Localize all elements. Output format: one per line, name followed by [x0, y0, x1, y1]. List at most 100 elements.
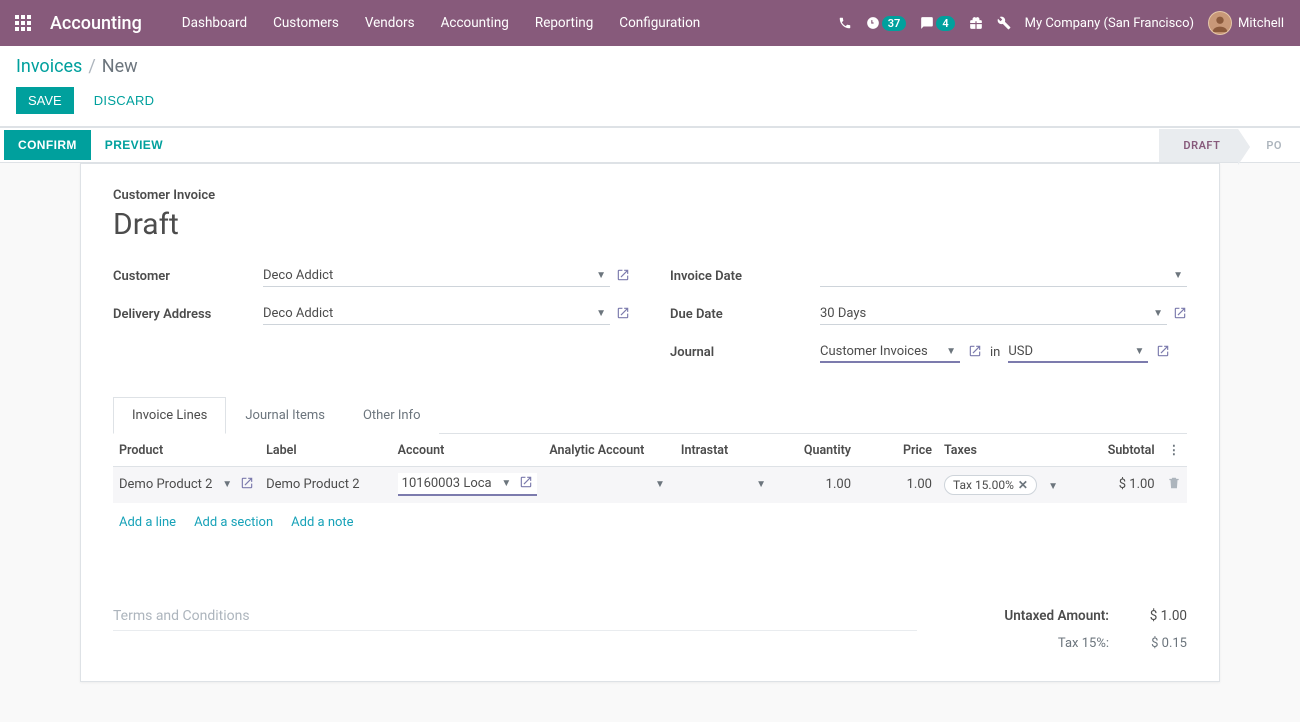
- menu-configuration[interactable]: Configuration: [609, 9, 710, 37]
- col-intrastat: Intrastat: [675, 434, 776, 467]
- move-type-label: Customer Invoice: [113, 188, 1187, 203]
- label-journal: Journal: [670, 345, 820, 360]
- col-label: Label: [260, 434, 392, 467]
- chevron-down-icon[interactable]: ▼: [1149, 308, 1167, 319]
- tax-label: Tax 15%:: [957, 636, 1109, 651]
- chevron-down-icon[interactable]: ▼: [497, 478, 515, 489]
- label-delivery-address: Delivery Address: [113, 307, 263, 322]
- breadcrumb: Invoices / New: [16, 56, 1284, 77]
- activities-badge: 37: [882, 16, 907, 31]
- col-product: Product: [113, 434, 260, 467]
- label-customer: Customer: [113, 269, 263, 284]
- top-navbar: Accounting Dashboard Customers Vendors A…: [0, 0, 1300, 46]
- chevron-down-icon[interactable]: ▼: [752, 479, 770, 490]
- chevron-down-icon[interactable]: ▼: [942, 346, 960, 357]
- line-subtotal-cell: $ 1.00: [1070, 467, 1161, 503]
- activities-icon[interactable]: 37: [866, 16, 907, 31]
- preview-button[interactable]: PREVIEW: [91, 130, 177, 160]
- add-line-link[interactable]: Add a line: [119, 515, 176, 530]
- breadcrumb-parent[interactable]: Invoices: [16, 56, 82, 77]
- col-price: Price: [857, 434, 938, 467]
- trash-icon[interactable]: [1167, 479, 1181, 494]
- menu-vendors[interactable]: Vendors: [355, 9, 425, 37]
- menu-dashboard[interactable]: Dashboard: [172, 9, 257, 37]
- breadcrumb-current: New: [102, 56, 138, 77]
- tab-other-info[interactable]: Other Info: [344, 397, 440, 434]
- main-menu: Dashboard Customers Vendors Accounting R…: [172, 9, 710, 37]
- discard-button[interactable]: DISCARD: [82, 87, 167, 114]
- untaxed-value: $ 1.00: [1127, 608, 1187, 624]
- systray: 37 4 My Company (San Francisco) Mitchell: [838, 11, 1284, 35]
- kebab-icon[interactable]: ⋮: [1168, 443, 1181, 458]
- avatar-icon: [1208, 11, 1232, 35]
- menu-accounting[interactable]: Accounting: [431, 9, 519, 37]
- line-account-field[interactable]: 10160003 Loca ▼: [398, 473, 538, 496]
- journal-field[interactable]: Customer Invoices ▼: [820, 341, 960, 363]
- discuss-badge: 4: [936, 16, 954, 31]
- label-invoice-date: Invoice Date: [670, 269, 820, 284]
- notebook-tabs: Invoice Lines Journal Items Other Info: [113, 396, 1187, 434]
- status-draft[interactable]: DRAFT: [1159, 129, 1238, 162]
- line-intrastat-field[interactable]: ▼: [681, 479, 770, 490]
- col-analytic: Analytic Account: [543, 434, 675, 467]
- line-quantity-cell[interactable]: 1.00: [776, 467, 857, 503]
- discuss-icon[interactable]: 4: [920, 16, 954, 31]
- external-link-icon[interactable]: [616, 268, 630, 285]
- chevron-down-icon[interactable]: ▼: [651, 479, 669, 490]
- line-label-cell[interactable]: Demo Product 2: [260, 467, 392, 503]
- control-panel: Invoices / New SAVE DISCARD: [0, 46, 1300, 127]
- chevron-down-icon[interactable]: ▼: [592, 270, 610, 281]
- remove-tag-icon[interactable]: ✕: [1018, 478, 1028, 492]
- page-title: Draft: [113, 207, 1187, 242]
- col-taxes: Taxes: [938, 434, 1070, 467]
- tax-value: $ 0.15: [1127, 636, 1187, 651]
- phone-icon[interactable]: [838, 16, 852, 30]
- col-quantity: Quantity: [776, 434, 857, 467]
- add-note-link[interactable]: Add a note: [291, 515, 353, 530]
- invoice-date-field[interactable]: ▼: [820, 265, 1187, 287]
- line-analytic-field[interactable]: ▼: [549, 479, 669, 490]
- form-sheet: Customer Invoice Draft Customer Deco Add…: [80, 163, 1220, 682]
- totals-summary: Untaxed Amount: $ 1.00 Tax 15%: $ 0.15: [957, 602, 1187, 657]
- terms-field[interactable]: Terms and Conditions: [113, 602, 917, 631]
- chevron-down-icon[interactable]: ▼: [592, 308, 610, 319]
- confirm-button[interactable]: CONFIRM: [4, 130, 91, 160]
- menu-customers[interactable]: Customers: [263, 9, 349, 37]
- chevron-down-icon[interactable]: ▼: [1169, 270, 1187, 281]
- user-menu[interactable]: Mitchell: [1208, 11, 1284, 35]
- apps-icon[interactable]: [8, 8, 38, 38]
- external-link-icon[interactable]: [1173, 306, 1187, 323]
- external-link-icon[interactable]: [968, 344, 982, 361]
- external-link-icon[interactable]: [616, 306, 630, 323]
- menu-reporting[interactable]: Reporting: [525, 9, 603, 37]
- invoice-lines-table: Product Label Account Analytic Account I…: [113, 434, 1187, 503]
- col-account: Account: [392, 434, 544, 467]
- tab-journal-items[interactable]: Journal Items: [226, 397, 344, 434]
- chevron-down-icon[interactable]: ▼: [218, 479, 236, 490]
- line-price-cell[interactable]: 1.00: [857, 467, 938, 503]
- breadcrumb-separator: /: [88, 56, 95, 77]
- app-name: Accounting: [50, 13, 142, 34]
- tools-icon[interactable]: [997, 16, 1011, 30]
- external-link-icon[interactable]: [240, 476, 254, 493]
- external-link-icon[interactable]: [519, 475, 533, 492]
- add-section-link[interactable]: Add a section: [194, 515, 273, 530]
- company-switcher[interactable]: My Company (San Francisco): [1025, 16, 1194, 31]
- gift-icon[interactable]: [969, 16, 983, 30]
- col-subtotal: Subtotal: [1070, 434, 1161, 467]
- chevron-down-icon[interactable]: ▼: [1044, 481, 1062, 492]
- user-name: Mitchell: [1238, 16, 1284, 31]
- untaxed-label: Untaxed Amount:: [957, 608, 1109, 624]
- tax-tag[interactable]: Tax 15.00% ✕: [944, 475, 1037, 495]
- delivery-address-field[interactable]: Deco Addict ▼: [263, 303, 610, 325]
- external-link-icon[interactable]: [1156, 344, 1170, 361]
- customer-field[interactable]: Deco Addict ▼: [263, 265, 610, 287]
- chevron-down-icon[interactable]: ▼: [1130, 346, 1148, 357]
- tab-invoice-lines[interactable]: Invoice Lines: [113, 397, 226, 434]
- line-product-field[interactable]: Demo Product 2 ▼: [119, 476, 254, 493]
- currency-field[interactable]: USD ▼: [1008, 341, 1148, 363]
- save-button[interactable]: SAVE: [16, 87, 74, 114]
- due-date-field[interactable]: 30 Days ▼: [820, 303, 1167, 325]
- table-row[interactable]: Demo Product 2 ▼ Demo Product 2 10160003…: [113, 467, 1187, 503]
- label-due-date: Due Date: [670, 307, 820, 322]
